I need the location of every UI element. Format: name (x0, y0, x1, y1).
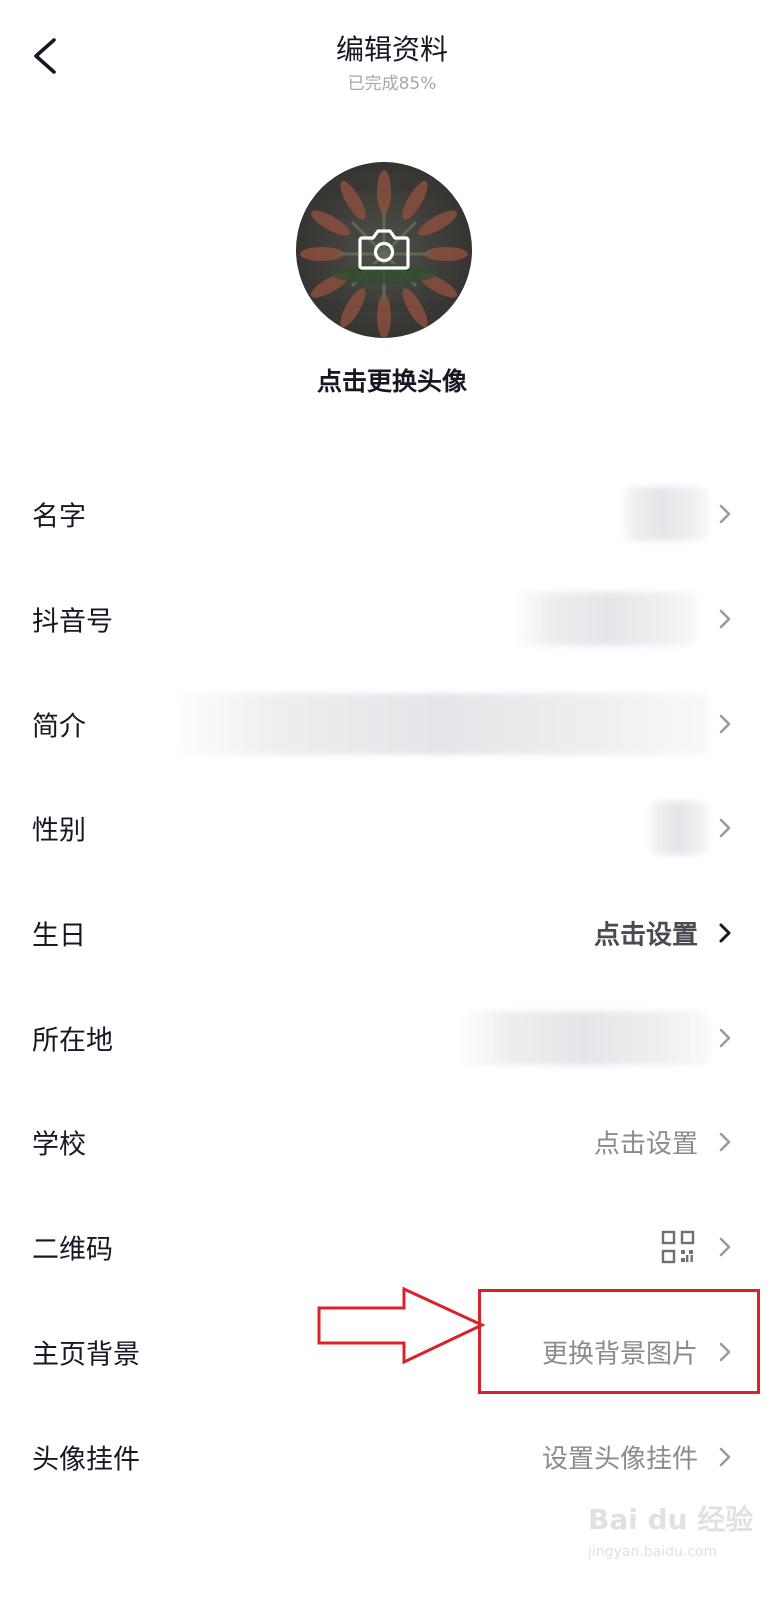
row-douyin-id[interactable]: 抖音号 (0, 567, 784, 672)
row-value: 设置头像挂件 (541, 1444, 698, 1475)
chevron-right-icon (719, 923, 731, 943)
blurred-value (514, 592, 698, 647)
row-label: 生日 (32, 920, 86, 952)
blurred-value (646, 801, 710, 856)
camera-icon (358, 229, 410, 270)
row-label: 二维码 (32, 1234, 113, 1266)
row-school[interactable]: 学校 点击设置 (0, 1090, 784, 1195)
chevron-right-icon (719, 505, 731, 524)
row-label: 性别 (32, 815, 86, 847)
row-avatar-pendant[interactable]: 头像挂件 设置头像挂件 (0, 1404, 784, 1509)
row-value: 点击设置 (593, 920, 698, 951)
row-label: 头像挂件 (32, 1444, 140, 1476)
qr-code-icon (661, 1230, 695, 1264)
chevron-right-icon (719, 609, 731, 629)
avatar[interactable] (296, 162, 472, 338)
chevron-right-icon (719, 1133, 731, 1152)
row-birthday[interactable]: 生日 点击设置 (0, 881, 784, 986)
chevron-right-icon (719, 1028, 731, 1048)
row-label: 简介 (32, 711, 86, 743)
row-label: 抖音号 (32, 606, 113, 638)
blurred-value (458, 1010, 710, 1065)
row-value: 更换背景图片 (541, 1339, 698, 1370)
row-homepage-background[interactable]: 主页背景 更换背景图片 (0, 1300, 784, 1405)
row-value: 点击设置 (593, 1129, 698, 1160)
top-bar: 编辑资料 已完成85% (0, 0, 784, 110)
page-title: 编辑资料 (335, 33, 448, 66)
change-avatar-label[interactable]: 点击更换头像 (0, 362, 784, 398)
chevron-right-icon (719, 1342, 731, 1362)
row-label: 学校 (32, 1129, 86, 1161)
row-qr-code[interactable]: 二维码 (0, 1195, 784, 1300)
blurred-value (618, 487, 710, 542)
profile-fields-list: 名字 抖音号 简介 性别 生日 点击设置 所在地 学校 点击设置 二维码 主页背… (0, 462, 784, 1509)
watermark-url: jingyan.baidu.com (588, 1544, 718, 1560)
row-bio[interactable]: 简介 (0, 671, 784, 776)
row-location[interactable]: 所在地 (0, 985, 784, 1090)
chevron-right-icon (719, 714, 731, 734)
row-label: 名字 (32, 501, 86, 533)
row-label: 所在地 (32, 1025, 113, 1057)
row-label: 主页背景 (32, 1339, 140, 1371)
row-name[interactable]: 名字 (0, 462, 784, 567)
chevron-right-icon (719, 1447, 731, 1466)
row-gender[interactable]: 性别 (0, 776, 784, 881)
blurred-value (170, 692, 710, 755)
chevron-right-icon (719, 1237, 731, 1257)
chevron-right-icon (719, 819, 731, 838)
completion-status: 已完成85% (347, 74, 437, 94)
